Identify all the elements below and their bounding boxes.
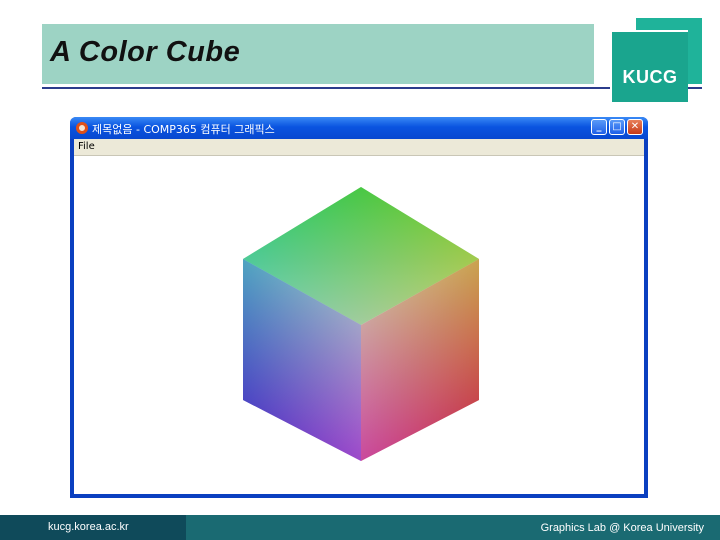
footer-lab-name: Graphics Lab @ Korea University: [540, 522, 704, 534]
kucg-logo: KUCG: [610, 30, 688, 102]
minimize-button[interactable]: _: [591, 119, 607, 135]
maximize-button[interactable]: □: [609, 119, 625, 135]
logo-text: KUCG: [622, 67, 678, 87]
app-icon[interactable]: [76, 122, 88, 134]
close-button[interactable]: ✕: [627, 119, 643, 135]
app-window: 제목없음 - COMP365 컴퓨터 그래픽스 _ □ ✕ File: [70, 117, 648, 498]
footer-url: kucg.korea.ac.kr: [48, 521, 129, 533]
window-title: 제목없음 - COMP365 컴퓨터 그래픽스: [92, 123, 275, 136]
slide-title: A Color Cube: [50, 36, 241, 68]
footer-left: kucg.korea.ac.kr: [0, 515, 186, 540]
color-cube: [243, 187, 479, 461]
slide-title-banner: A Color Cube: [42, 24, 594, 84]
window-titlebar[interactable]: 제목없음 - COMP365 컴퓨터 그래픽스 _ □ ✕: [70, 117, 648, 139]
footer-right: Graphics Lab @ Korea University: [186, 515, 720, 540]
color-cube-canvas: [243, 187, 479, 461]
window-client-area: File: [74, 139, 644, 494]
title-divider: [42, 87, 702, 89]
